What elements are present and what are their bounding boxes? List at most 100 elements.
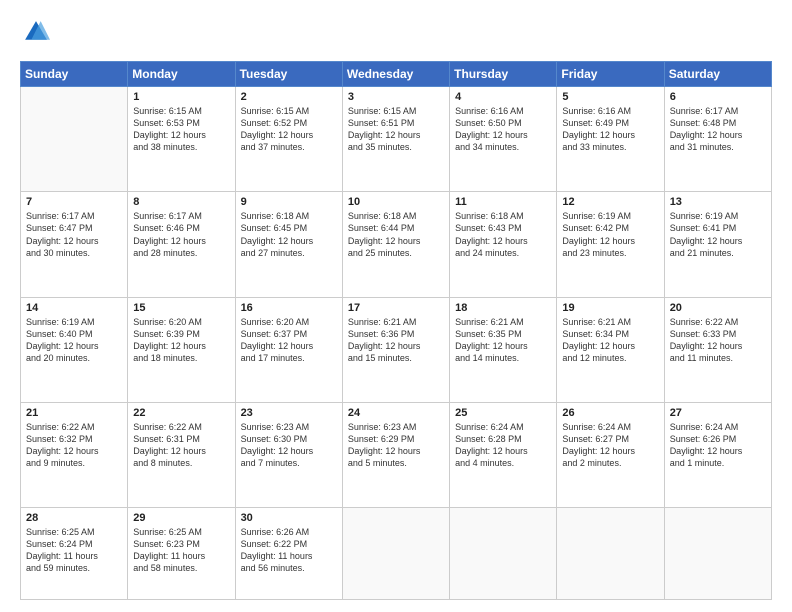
col-header-friday: Friday <box>557 62 664 87</box>
day-number: 8 <box>133 196 229 208</box>
day-number: 18 <box>455 302 551 314</box>
day-number: 24 <box>348 407 444 419</box>
calendar-cell: 29Sunrise: 6:25 AM Sunset: 6:23 PM Dayli… <box>128 508 235 600</box>
calendar-cell: 22 Sunrise: 6:22 AM Sunset: 6:31 PM Dayli… <box>128 402 235 507</box>
day-info: Sunrise: 6:15 AM Sunset: 6:51 PM Dayligh… <box>348 105 444 154</box>
day-info: Sunrise: 6:26 AM Sunset: 6:22 PM Dayligh… <box>241 526 337 575</box>
calendar-cell: 2 Sunrise: 6:15 AM Sunset: 6:52 PM Daylig… <box>235 87 342 192</box>
calendar-cell <box>557 508 664 600</box>
day-number: 7 <box>26 196 122 208</box>
calendar-cell: 1 Sunrise: 6:15 AM Sunset: 6:53 PM Daylig… <box>128 87 235 192</box>
calendar-header-row: SundayMondayTuesdayWednesdayThursdayFrid… <box>21 62 772 87</box>
calendar-cell: 8Sunrise: 6:17 AM Sunset: 6:46 PM Daylig… <box>128 192 235 297</box>
day-info: Sunrise: 6:23 AM Sunset: 6:29 PM Dayligh… <box>348 421 444 470</box>
calendar-cell: 10 Sunrise: 6:18 AM Sunset: 6:44 PM Dayli… <box>342 192 449 297</box>
day-number: 12 <box>562 196 658 208</box>
calendar-cell <box>342 508 449 600</box>
calendar-cell: 28 Sunrise: 6:25 AM Sunset: 6:24 PM Dayli… <box>21 508 128 600</box>
day-number: 28 <box>26 512 122 524</box>
day-info: Sunrise: 6:24 AM Sunset: 6:26 PM Dayligh… <box>670 421 766 470</box>
day-number: 3 <box>348 91 444 103</box>
calendar-cell: 27 Sunrise: 6:24 AM Sunset: 6:26 PM Dayli… <box>664 402 771 507</box>
day-info: Sunrise: 6:17 AM Sunset: 6:48 PM Dayligh… <box>670 105 766 154</box>
logo-icon <box>22 18 50 46</box>
calendar-cell: 6 Sunrise: 6:17 AM Sunset: 6:48 PM Daylig… <box>664 87 771 192</box>
calendar-week-row: 28 Sunrise: 6:25 AM Sunset: 6:24 PM Dayli… <box>21 508 772 600</box>
calendar-table: SundayMondayTuesdayWednesdayThursdayFrid… <box>20 61 772 600</box>
calendar-cell: 14Sunrise: 6:19 AM Sunset: 6:40 PM Dayli… <box>21 297 128 402</box>
col-header-thursday: Thursday <box>450 62 557 87</box>
col-header-monday: Monday <box>128 62 235 87</box>
day-info: Sunrise: 6:18 AM Sunset: 6:44 PM Dayligh… <box>348 210 444 259</box>
calendar-cell: 20 Sunrise: 6:22 AM Sunset: 6:33 PM Dayli… <box>664 297 771 402</box>
calendar-cell: 18Sunrise: 6:21 AM Sunset: 6:35 PM Dayli… <box>450 297 557 402</box>
day-number: 21 <box>26 407 122 419</box>
calendar-cell: 13 Sunrise: 6:19 AM Sunset: 6:41 PM Dayli… <box>664 192 771 297</box>
calendar-week-row: 7 Sunrise: 6:17 AM Sunset: 6:47 PM Daylig… <box>21 192 772 297</box>
calendar-cell: 5 Sunrise: 6:16 AM Sunset: 6:49 PM Daylig… <box>557 87 664 192</box>
calendar-cell: 30Sunrise: 6:26 AM Sunset: 6:22 PM Dayli… <box>235 508 342 600</box>
calendar-cell: 7 Sunrise: 6:17 AM Sunset: 6:47 PM Daylig… <box>21 192 128 297</box>
day-info: Sunrise: 6:15 AM Sunset: 6:52 PM Dayligh… <box>241 105 337 154</box>
day-info: Sunrise: 6:22 AM Sunset: 6:33 PM Dayligh… <box>670 316 766 365</box>
day-info: Sunrise: 6:23 AM Sunset: 6:30 PM Dayligh… <box>241 421 337 470</box>
day-info: Sunrise: 6:24 AM Sunset: 6:27 PM Dayligh… <box>562 421 658 470</box>
col-header-tuesday: Tuesday <box>235 62 342 87</box>
day-info: Sunrise: 6:19 AM Sunset: 6:41 PM Dayligh… <box>670 210 766 259</box>
day-info: Sunrise: 6:20 AM Sunset: 6:39 PM Dayligh… <box>133 316 229 365</box>
day-number: 4 <box>455 91 551 103</box>
day-info: Sunrise: 6:25 AM Sunset: 6:23 PM Dayligh… <box>133 526 229 575</box>
day-info: Sunrise: 6:20 AM Sunset: 6:37 PM Dayligh… <box>241 316 337 365</box>
calendar-week-row: 21 Sunrise: 6:22 AM Sunset: 6:32 PM Dayli… <box>21 402 772 507</box>
day-info: Sunrise: 6:19 AM Sunset: 6:42 PM Dayligh… <box>562 210 658 259</box>
calendar-cell: 4Sunrise: 6:16 AM Sunset: 6:50 PM Daylig… <box>450 87 557 192</box>
calendar-cell <box>664 508 771 600</box>
day-info: Sunrise: 6:22 AM Sunset: 6:31 PM Dayligh… <box>133 421 229 470</box>
day-info: Sunrise: 6:21 AM Sunset: 6:34 PM Dayligh… <box>562 316 658 365</box>
page: SundayMondayTuesdayWednesdayThursdayFrid… <box>0 0 792 612</box>
calendar-week-row: 1 Sunrise: 6:15 AM Sunset: 6:53 PM Daylig… <box>21 87 772 192</box>
day-info: Sunrise: 6:22 AM Sunset: 6:32 PM Dayligh… <box>26 421 122 470</box>
calendar-cell: 15 Sunrise: 6:20 AM Sunset: 6:39 PM Dayli… <box>128 297 235 402</box>
day-number: 13 <box>670 196 766 208</box>
col-header-saturday: Saturday <box>664 62 771 87</box>
day-number: 19 <box>562 302 658 314</box>
day-info: Sunrise: 6:25 AM Sunset: 6:24 PM Dayligh… <box>26 526 122 575</box>
day-number: 26 <box>562 407 658 419</box>
header <box>20 18 772 51</box>
col-header-sunday: Sunday <box>21 62 128 87</box>
day-number: 17 <box>348 302 444 314</box>
day-number: 10 <box>348 196 444 208</box>
day-info: Sunrise: 6:24 AM Sunset: 6:28 PM Dayligh… <box>455 421 551 470</box>
day-number: 5 <box>562 91 658 103</box>
calendar-cell: 24 Sunrise: 6:23 AM Sunset: 6:29 PM Dayli… <box>342 402 449 507</box>
calendar-cell <box>450 508 557 600</box>
day-number: 6 <box>670 91 766 103</box>
day-number: 15 <box>133 302 229 314</box>
col-header-wednesday: Wednesday <box>342 62 449 87</box>
day-number: 2 <box>241 91 337 103</box>
day-number: 22 <box>133 407 229 419</box>
day-info: Sunrise: 6:16 AM Sunset: 6:49 PM Dayligh… <box>562 105 658 154</box>
calendar-cell: 19 Sunrise: 6:21 AM Sunset: 6:34 PM Dayli… <box>557 297 664 402</box>
calendar-cell: 9Sunrise: 6:18 AM Sunset: 6:45 PM Daylig… <box>235 192 342 297</box>
day-number: 1 <box>133 91 229 103</box>
day-number: 27 <box>670 407 766 419</box>
calendar-cell: 16Sunrise: 6:20 AM Sunset: 6:37 PM Dayli… <box>235 297 342 402</box>
day-info: Sunrise: 6:21 AM Sunset: 6:36 PM Dayligh… <box>348 316 444 365</box>
logo <box>20 18 50 51</box>
calendar-cell: 25Sunrise: 6:24 AM Sunset: 6:28 PM Dayli… <box>450 402 557 507</box>
day-number: 20 <box>670 302 766 314</box>
day-number: 23 <box>241 407 337 419</box>
day-info: Sunrise: 6:15 AM Sunset: 6:53 PM Dayligh… <box>133 105 229 154</box>
day-info: Sunrise: 6:18 AM Sunset: 6:43 PM Dayligh… <box>455 210 551 259</box>
calendar-cell: 21 Sunrise: 6:22 AM Sunset: 6:32 PM Dayli… <box>21 402 128 507</box>
day-number: 11 <box>455 196 551 208</box>
day-info: Sunrise: 6:18 AM Sunset: 6:45 PM Dayligh… <box>241 210 337 259</box>
calendar-week-row: 14Sunrise: 6:19 AM Sunset: 6:40 PM Dayli… <box>21 297 772 402</box>
day-info: Sunrise: 6:17 AM Sunset: 6:47 PM Dayligh… <box>26 210 122 259</box>
calendar-cell: 11 Sunrise: 6:18 AM Sunset: 6:43 PM Dayli… <box>450 192 557 297</box>
day-number: 14 <box>26 302 122 314</box>
calendar-cell: 26 Sunrise: 6:24 AM Sunset: 6:27 PM Dayli… <box>557 402 664 507</box>
calendar-cell: 17 Sunrise: 6:21 AM Sunset: 6:36 PM Dayli… <box>342 297 449 402</box>
